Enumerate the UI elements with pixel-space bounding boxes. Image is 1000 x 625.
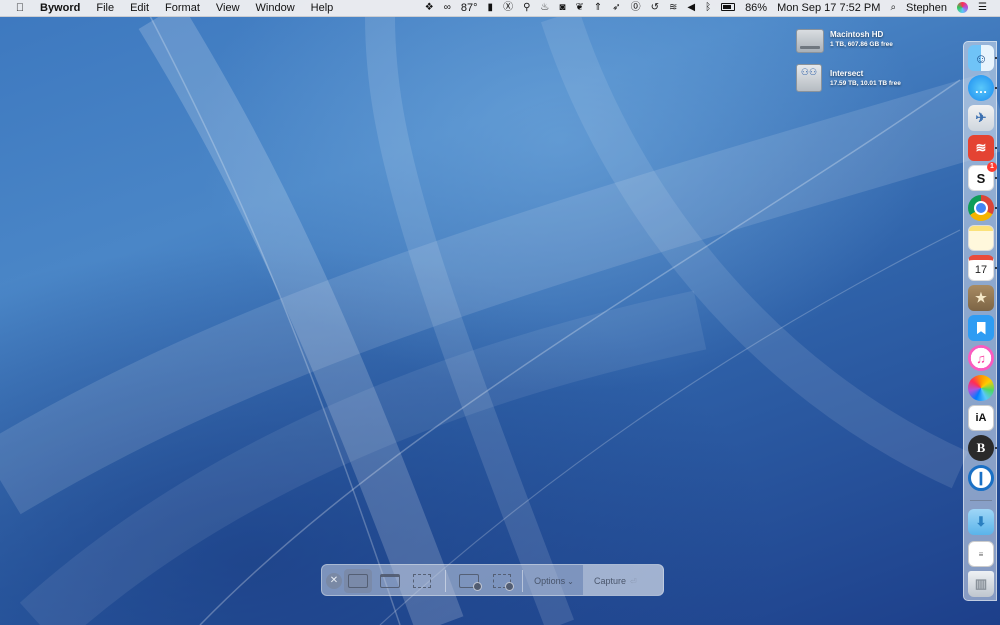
finder-icon[interactable]: ☺ <box>968 45 994 71</box>
onepassword-menu-icon[interactable]: ⓪ <box>626 0 646 16</box>
phone-icon[interactable]: ▮ <box>483 0 499 16</box>
window-icon <box>380 574 400 588</box>
messages-icon[interactable]: … <box>968 75 994 101</box>
bear-label: B <box>976 440 986 455</box>
menu-app-name[interactable]: Byword <box>38 0 88 16</box>
selection-icon <box>413 574 431 588</box>
capture-selection-button[interactable] <box>408 569 436 593</box>
volume-icon[interactable]: ◀ <box>682 0 700 16</box>
wifi-icon[interactable]: ≋ <box>664 0 682 16</box>
drive-info: 1 TB, 607.86 GB free <box>830 40 893 48</box>
deliveries-icon[interactable]: ★ <box>968 285 994 311</box>
record-selection-icon <box>493 574 514 591</box>
menu-bar:  Byword File Edit Format View Window He… <box>0 0 1000 17</box>
documents-stack-icon[interactable]: ≡ <box>968 541 994 567</box>
xcode-icon[interactable]: Ⓧ <box>498 0 518 16</box>
close-toolbar-button[interactable]: ✕ <box>326 573 342 589</box>
notification-center-icon[interactable]: ☰ <box>973 0 992 16</box>
leaf-icon[interactable]: ❦ <box>570 0 588 16</box>
drive-macintosh-hd[interactable]: Macintosh HD 1 TB, 607.86 GB free <box>796 22 966 56</box>
menu-format[interactable]: Format <box>157 0 208 16</box>
record-selection-button[interactable] <box>487 569 517 593</box>
toolbar-divider <box>522 570 523 592</box>
sync-icon[interactable]: ⇑ <box>589 0 607 16</box>
menu-view[interactable]: View <box>208 0 248 16</box>
apple-menu-icon[interactable]:  <box>12 2 28 14</box>
menu-window[interactable]: Window <box>248 0 303 16</box>
record-screen-icon <box>459 574 482 591</box>
todoist-icon[interactable]: ≋ <box>968 135 994 161</box>
onepassword-icon[interactable]: ❙ <box>968 465 994 491</box>
notes-icon[interactable] <box>968 225 994 251</box>
bluetooth-icon[interactable]: ᛒ <box>700 0 716 16</box>
menu-file[interactable]: File <box>88 0 122 16</box>
trash-icon[interactable]: ▥ <box>968 571 994 597</box>
capture-button[interactable]: Capture ⏎ <box>584 569 662 593</box>
user-name[interactable]: Stephen <box>901 0 952 16</box>
dock-separator <box>970 500 992 501</box>
clock[interactable]: Mon Sep 17 7:52 PM <box>772 0 885 16</box>
slack-badge: 1 <box>987 162 997 172</box>
chevron-down-icon: ⌄ <box>567 576 574 586</box>
drive-intersect[interactable]: ⚇⚇ Intersect 17.59 TB, 10.01 TB free <box>796 61 966 95</box>
capture-label: Capture <box>594 576 627 586</box>
time-machine-icon[interactable]: ↺ <box>646 0 664 16</box>
screen-icon <box>348 574 368 588</box>
hard-drive-icon <box>796 25 824 53</box>
record-entire-screen-button[interactable] <box>454 569 484 593</box>
day-one-icon[interactable] <box>968 315 994 341</box>
weather-temperature[interactable]: 87° <box>456 0 483 16</box>
capture-entire-screen-button[interactable] <box>344 569 372 593</box>
menu-edit[interactable]: Edit <box>122 0 157 16</box>
battery-percent[interactable]: 86% <box>740 0 772 16</box>
creative-cloud-icon[interactable]: ∞ <box>439 0 456 16</box>
toolbar-divider <box>445 570 446 592</box>
drive-name: Intersect <box>830 68 864 78</box>
itunes-icon[interactable]: ♫ <box>968 345 994 371</box>
calendar-icon[interactable]: 17 <box>968 255 994 281</box>
drive-name: Macintosh HD <box>830 29 884 39</box>
slack-label: S <box>976 170 986 186</box>
options-label: Options <box>534 576 566 586</box>
capture-window-button[interactable] <box>376 569 404 593</box>
battery-icon[interactable] <box>716 0 740 16</box>
spotlight-search-icon[interactable]: ⌕ <box>885 0 901 16</box>
ia-writer-label: iA <box>975 412 987 424</box>
options-menu-button[interactable]: Options ⌄ <box>528 569 580 593</box>
siri-icon[interactable] <box>952 0 973 16</box>
screenshot-toolbar: ✕ Options ⌄ Capture ⏎ <box>321 564 664 596</box>
broom-icon[interactable]: ⚲ <box>518 0 535 16</box>
calendar-day: 17 <box>974 264 988 276</box>
menu-help[interactable]: Help <box>303 0 342 16</box>
screen-icon[interactable]: ◙ <box>554 0 570 16</box>
flame-icon[interactable]: ♨ <box>535 0 554 16</box>
network-drive-icon: ⚇⚇ <box>796 64 824 92</box>
dropbox-icon[interactable]: ❖ <box>420 0 439 16</box>
rocket-icon[interactable]: ➶ <box>607 0 625 16</box>
downloads-folder-icon[interactable]: ⬇ <box>968 509 994 535</box>
dock: ☺ … ✈ ≋ S 1 17 ★ ♫ iA B ❙ ⬇ ≡ ▥ <box>963 41 997 601</box>
photos-icon[interactable] <box>968 375 994 401</box>
capture-hint: ⏎ <box>630 576 637 586</box>
drive-info: 17.59 TB, 10.01 TB free <box>830 79 901 87</box>
bear-icon[interactable]: B <box>968 435 994 461</box>
ia-writer-icon[interactable]: iA <box>968 405 994 431</box>
chrome-icon[interactable] <box>968 195 994 221</box>
slack-icon[interactable]: S 1 <box>968 162 997 191</box>
preview-icon[interactable]: ✈ <box>968 105 994 131</box>
